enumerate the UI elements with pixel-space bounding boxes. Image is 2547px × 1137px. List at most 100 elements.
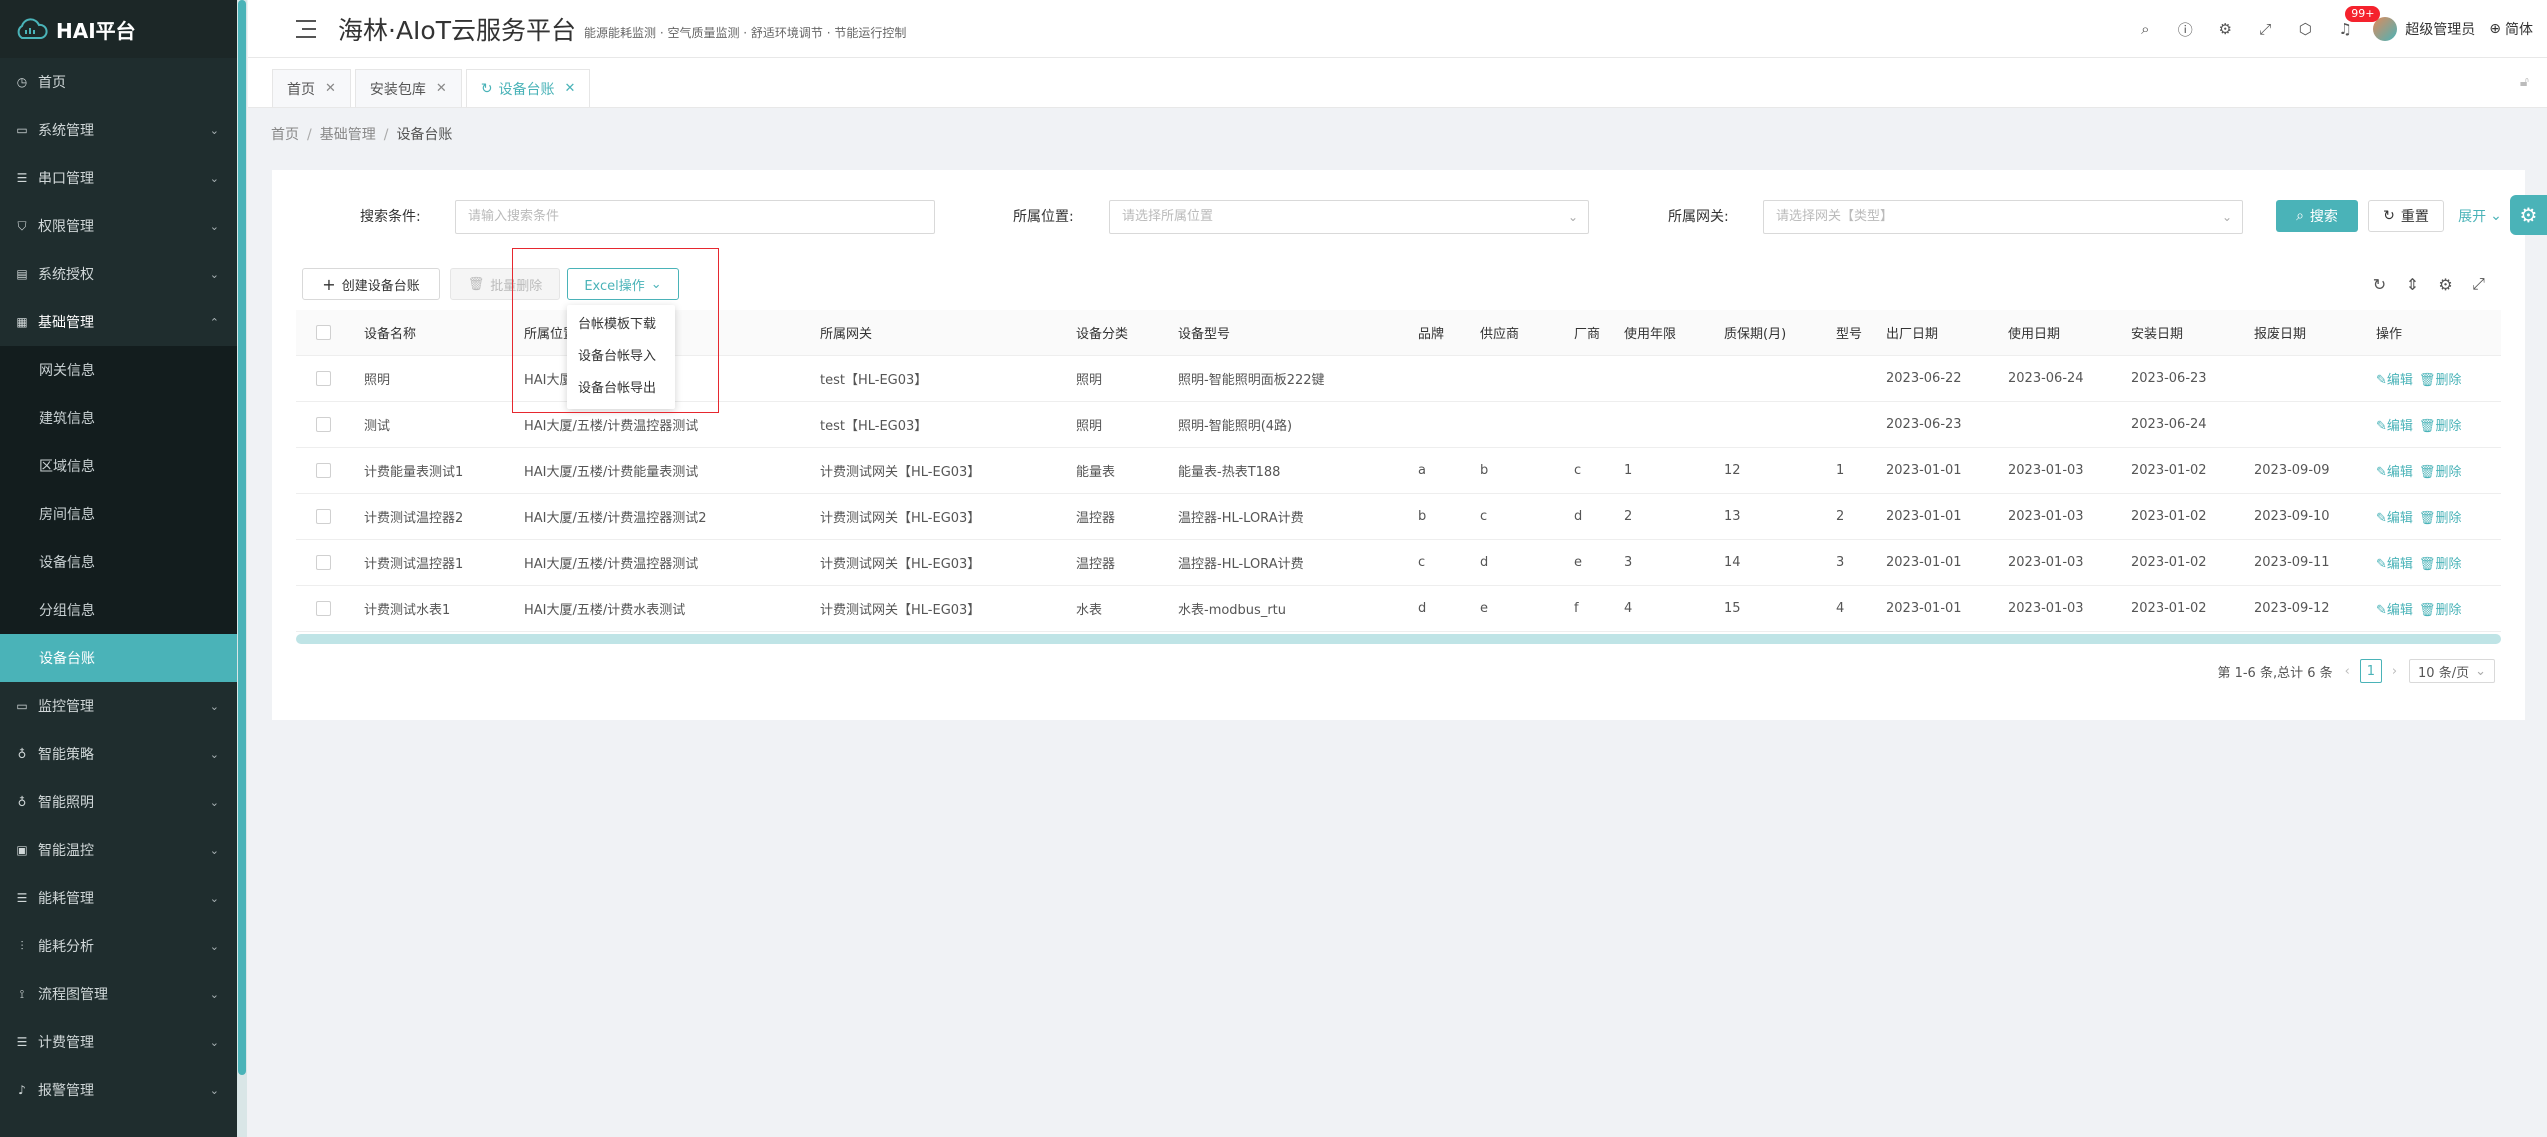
search-button[interactable]: ⌕ 搜索 xyxy=(2276,200,2358,232)
row-checkbox[interactable] xyxy=(316,371,331,386)
sidebar-subitem-device[interactable]: 设备信息 xyxy=(0,538,237,586)
sidebar-subitem-group[interactable]: 分组信息 xyxy=(0,586,237,634)
page-number-current[interactable]: 1 xyxy=(2359,659,2382,683)
row-actions: ✎编辑 🗑︎删除 xyxy=(2376,507,2476,526)
delete-link[interactable]: 🗑︎删除 xyxy=(2419,373,2462,388)
sidebar-subitem-ledger[interactable]: 设备台账 xyxy=(0,634,237,682)
gateway-select[interactable]: 请选择网关【类型】 ⌄ xyxy=(1763,200,2243,234)
edit-link[interactable]: ✎编辑 xyxy=(2376,373,2413,388)
reset-button[interactable]: ↻ 重置 xyxy=(2368,200,2444,232)
table-row[interactable]: 计费测试温控器1 HAI大厦/五楼/计费温控器测试 计费测试网关【HL-EG03】 温… xyxy=(296,540,2501,586)
sidebar-subitem-area[interactable]: 区域信息 xyxy=(0,442,237,490)
sidebar-subitem-building[interactable]: 建筑信息 xyxy=(0,394,237,442)
table-cell: d xyxy=(1418,601,1427,616)
tab-package[interactable]: 安装包库 ✕ xyxy=(354,69,462,107)
menu-item-export[interactable]: 设备台帐导出 xyxy=(567,373,675,405)
sidebar-item-strategy[interactable]: ♁ 智能策略 ⌄ xyxy=(0,730,237,778)
delete-label: 删除 xyxy=(2435,373,2462,388)
sidebar-item-billing[interactable]: ☰ 计费管理 ⌄ xyxy=(0,1018,237,1066)
location-select[interactable]: 请选择所属位置 ⌄ xyxy=(1109,200,1589,234)
breadcrumb-basic[interactable]: 基础管理 xyxy=(320,127,376,143)
sidebar-item-alarm[interactable]: ♪ 报警管理 ⌄ xyxy=(0,1066,237,1114)
user-menu[interactable]: 超级管理员 xyxy=(2365,17,2489,41)
row-checkbox[interactable] xyxy=(316,601,331,616)
tab-ledger[interactable]: ↻ 设备台账 ✕ xyxy=(465,69,591,107)
sidebar-item-basic[interactable]: ▦ 基础管理 ⌃ xyxy=(0,298,237,346)
sidebar-item-permission[interactable]: ⛉ 权限管理 ⌄ xyxy=(0,202,237,250)
language-switch[interactable]: ⊕ 简体 xyxy=(2489,19,2547,39)
sidebar-item-flowchart[interactable]: ⟟ 流程图管理 ⌄ xyxy=(0,970,237,1018)
edit-link[interactable]: ✎编辑 xyxy=(2376,603,2413,618)
refresh-icon[interactable]: ↻ xyxy=(2363,275,2396,294)
breadcrumb-home[interactable]: 首页 xyxy=(271,127,299,143)
search-icon[interactable]: ⌕ xyxy=(2125,0,2165,58)
row-checkbox[interactable] xyxy=(316,463,331,478)
bell-icon[interactable]: ♫ 99+ xyxy=(2325,0,2381,58)
search-input[interactable]: 请输入搜索条件 xyxy=(455,200,935,234)
row-checkbox[interactable] xyxy=(316,417,331,432)
sidebar-item-label: 系统管理 xyxy=(38,123,94,139)
table-row[interactable]: 计费测试水表1 HAI大厦/五楼/计费水表测试 计费测试网关【HL-EG03】 水表 水… xyxy=(296,586,2501,632)
excel-menu-button[interactable]: Excel操作 ⌄ xyxy=(567,268,679,300)
select-all-checkbox[interactable] xyxy=(316,325,331,340)
edit-link[interactable]: ✎编辑 xyxy=(2376,511,2413,526)
delete-label: 删除 xyxy=(2435,419,2462,434)
gear-icon[interactable]: ⚙ xyxy=(2205,0,2245,58)
create-ledger-button[interactable]: + 创建设备台账 xyxy=(302,268,440,300)
close-icon[interactable]: ✕ xyxy=(565,81,576,96)
row-checkbox[interactable] xyxy=(316,509,331,524)
table-horizontal-scrollbar[interactable] xyxy=(296,634,2501,644)
table-tools: ↻ ⇕ ⚙ ⤢ xyxy=(2363,268,2495,300)
sidebar-item-system[interactable]: ▭ 系统管理 ⌄ xyxy=(0,106,237,154)
table-cell: 计费测试水表1 xyxy=(364,603,451,618)
table-row[interactable]: 计费测试温控器2 HAI大厦/五楼/计费温控器测试2 计费测试网关【HL-EG03】… xyxy=(296,494,2501,540)
sidebar-subitem-gateway[interactable]: 网关信息 xyxy=(0,346,237,394)
prev-page-icon[interactable]: ‹ xyxy=(2345,664,2350,679)
close-icon[interactable]: ✕ xyxy=(325,81,336,96)
sidebar-item-lighting[interactable]: ♁ 智能照明 ⌄ xyxy=(0,778,237,826)
delete-link[interactable]: 🗑︎删除 xyxy=(2419,603,2462,618)
fullscreen-icon[interactable]: ⤢ xyxy=(2462,274,2495,294)
edit-link[interactable]: ✎编辑 xyxy=(2376,465,2413,480)
lock-icon[interactable]: 🔓︎ xyxy=(2520,74,2529,90)
delete-link[interactable]: 🗑︎删除 xyxy=(2419,511,2462,526)
sidebar-item-license[interactable]: ▤ 系统授权 ⌄ xyxy=(0,250,237,298)
sidebar-item-analysis[interactable]: ⫶ 能耗分析 ⌄ xyxy=(0,922,237,970)
batch-delete-button[interactable]: 🗑︎ 批量删除 xyxy=(450,268,560,300)
expand-toggle[interactable]: 展开 ⌄ xyxy=(2452,200,2508,232)
sidebar-subitem-room[interactable]: 房间信息 xyxy=(0,490,237,538)
table-cell: e xyxy=(1480,601,1488,616)
sidebar-item-monitor[interactable]: ▭ 监控管理 ⌄ xyxy=(0,682,237,730)
edit-link[interactable]: ✎编辑 xyxy=(2376,557,2413,572)
menu-item-import[interactable]: 设备台帐导入 xyxy=(567,341,675,373)
close-icon[interactable]: ✕ xyxy=(436,81,447,96)
delete-link[interactable]: 🗑︎删除 xyxy=(2419,465,2462,480)
sidebar-scrollbar-thumb[interactable] xyxy=(238,0,246,1075)
sidebar-item-home[interactable]: ◷ 首页 xyxy=(0,58,237,106)
help-icon[interactable]: ⓘ xyxy=(2165,0,2205,58)
tab-home[interactable]: 首页 ✕ xyxy=(272,69,351,107)
gear-icon[interactable]: ⚙ xyxy=(2429,275,2462,294)
sidebar-item-energy[interactable]: ☰ 能耗管理 ⌄ xyxy=(0,874,237,922)
fullscreen-icon[interactable]: ⤢ xyxy=(2245,0,2285,58)
delete-link[interactable]: 🗑︎删除 xyxy=(2419,419,2462,434)
delete-label: 删除 xyxy=(2435,511,2462,526)
logo[interactable]: HAI平台 xyxy=(0,0,237,58)
column-height-icon[interactable]: ⇕ xyxy=(2396,275,2429,294)
delete-link[interactable]: 🗑︎删除 xyxy=(2419,557,2462,572)
next-page-icon[interactable]: › xyxy=(2392,664,2397,679)
column-header: 质保期(月) xyxy=(1724,327,1787,342)
cube-icon[interactable]: ⬡ xyxy=(2285,0,2325,58)
row-checkbox[interactable] xyxy=(316,555,331,570)
edit-link[interactable]: ✎编辑 xyxy=(2376,419,2413,434)
sidebar-item-thermostat[interactable]: ▣ 智能温控 ⌄ xyxy=(0,826,237,874)
settings-drawer-button[interactable]: ⚙ xyxy=(2510,195,2547,235)
table-row[interactable]: 计费能量表测试1 HAI大厦/五楼/计费能量表测试 计费测试网关【HL-EG03】 能… xyxy=(296,448,2501,494)
sidebar-item-serial[interactable]: ☰ 串口管理 ⌄ xyxy=(0,154,237,202)
table-cell: test【HL-EG03】 xyxy=(820,373,928,388)
chevron-down-icon: ⌄ xyxy=(2475,663,2486,679)
page-size-select[interactable]: 10 条/页 ⌄ xyxy=(2409,659,2495,683)
row-actions: ✎编辑 🗑︎删除 xyxy=(2376,599,2476,618)
menu-item-template-download[interactable]: 台帐模板下载 xyxy=(567,309,675,341)
menu-toggle-icon[interactable] xyxy=(296,19,316,38)
